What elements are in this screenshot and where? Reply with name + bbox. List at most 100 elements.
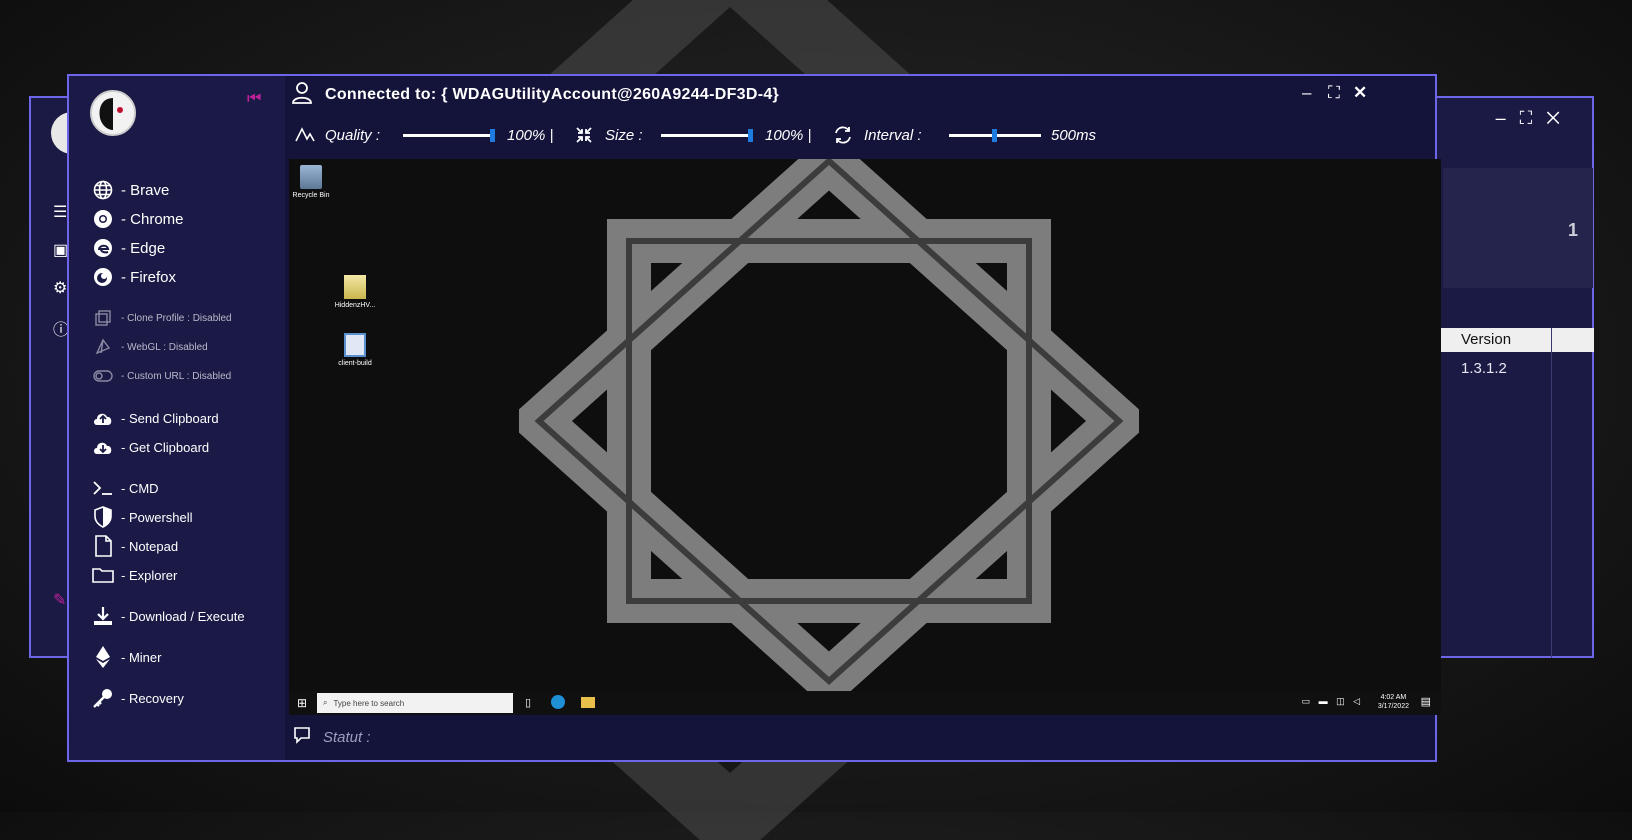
quality-slider-thumb[interactable]	[490, 129, 495, 142]
terminal-icon	[91, 476, 115, 500]
close-button[interactable]: ✕	[1353, 83, 1367, 103]
system-tray-icons[interactable]: ▭ ▬ ◫ ◁	[1302, 696, 1363, 707]
avatar	[90, 90, 136, 136]
windows-start-icon[interactable]: ⊞	[297, 696, 307, 710]
sidebar-item-label: - Download / Execute	[121, 608, 245, 624]
file-icon	[91, 534, 115, 558]
sidebar-item-brave[interactable]: - Brave	[91, 178, 169, 202]
interval-label: Interval :	[864, 126, 922, 144]
search-placeholder: Type here to search	[333, 698, 405, 708]
sidebar-item-chrome[interactable]: - Chrome	[91, 207, 184, 231]
task-view-icon[interactable]: ▯	[525, 696, 531, 709]
quality-slider[interactable]	[403, 129, 495, 142]
clock-date: 3/17/2022	[1377, 703, 1409, 710]
size-icon	[575, 114, 593, 156]
app-image	[344, 333, 366, 357]
quality-value: 100% |	[507, 126, 554, 144]
grid-line	[1551, 328, 1552, 658]
download-icon	[91, 604, 115, 628]
sidebar-item-label: - Recovery	[121, 690, 184, 706]
cmd-button[interactable]: - CMD	[91, 476, 159, 500]
sidebar-item-label: - Powershell	[121, 509, 193, 525]
sidebar-item-label: - CMD	[121, 480, 159, 496]
chat-icon	[293, 726, 311, 748]
send-clipboard-button[interactable]: - Send Clipboard	[91, 406, 219, 430]
key-icon	[91, 686, 115, 710]
client-count: 1	[1567, 220, 1578, 240]
cloud-upload-icon	[91, 406, 115, 430]
option-webgl[interactable]: - WebGL : Disabled	[91, 335, 208, 359]
option-label: - Custom URL : Disabled	[121, 370, 232, 382]
sidebar-item-edge[interactable]: - Edge	[91, 236, 165, 260]
back-window-controls[interactable]: –⛶✕	[1496, 108, 1574, 129]
get-clipboard-button[interactable]: - Get Clipboard	[91, 435, 209, 459]
ethereum-icon	[91, 645, 115, 669]
file-image	[344, 275, 366, 299]
hidden-app-icon[interactable]: HiddenzHV...	[325, 275, 385, 309]
client-build-icon[interactable]: client-build	[325, 333, 385, 367]
sidebar-item-label: - Edge	[121, 239, 166, 257]
powershell-button[interactable]: - Powershell	[91, 505, 193, 529]
maximize-button[interactable]: ⛶	[1328, 83, 1340, 103]
notepad-button[interactable]: - Notepad	[91, 534, 178, 558]
edge-taskbar-icon[interactable]	[551, 695, 565, 709]
remote-search-box[interactable]: ⌕ Type here to search	[317, 693, 513, 713]
status-label: Statut :	[323, 728, 371, 746]
shield-icon	[91, 505, 115, 529]
minimize-button[interactable]: –	[1302, 83, 1311, 103]
status-bar: Statut :	[285, 716, 1435, 758]
hvnc-window: ⏮ - Brave - Chrome - Edge - Firefox - Cl…	[67, 74, 1441, 762]
sidebar-item-label: - Get Clipboard	[121, 439, 210, 455]
globe-icon	[91, 178, 115, 202]
sidebar-item-firefox[interactable]: - Firefox	[91, 265, 176, 289]
title-bar: Connected to: { WDAGUtilityAccount@260A9…	[285, 76, 1435, 114]
recovery-button[interactable]: - Recovery	[91, 686, 184, 710]
sidebar-item-label: - Send Clipboard	[121, 410, 219, 426]
option-custom-url[interactable]: - Custom URL : Disabled	[91, 364, 231, 388]
desktop-icon-label: HiddenzHV...	[334, 302, 376, 309]
remote-desktop-view[interactable]: Recycle Bin HiddenzHV... client-build ⊞ …	[289, 159, 1441, 715]
interval-slider[interactable]	[949, 129, 1041, 142]
taskbar-clock[interactable]: 4:02 AM 3/17/2022	[1378, 693, 1409, 711]
version-column-header[interactable]: Version	[1439, 328, 1594, 352]
download-execute-button[interactable]: - Download / Execute	[91, 604, 245, 628]
version-cell: 1.3.1.2	[1461, 360, 1507, 377]
desktop-icon-label: client-build	[338, 360, 372, 367]
size-slider-thumb[interactable]	[748, 129, 753, 142]
search-icon: ⌕	[323, 698, 328, 707]
interval-value: 500ms	[1051, 126, 1097, 144]
desktop-icon-label: Recycle Bin	[292, 192, 330, 199]
size-value: 100% |	[765, 126, 812, 144]
sidebar-item-label: - Brave	[121, 181, 170, 199]
user-icon	[291, 81, 313, 110]
version-header-label: Version	[1461, 331, 1512, 348]
toggle-icon	[91, 364, 115, 388]
option-clone-profile[interactable]: - Clone Profile : Disabled	[91, 306, 232, 330]
recycle-bin-icon[interactable]: Recycle Bin	[289, 165, 341, 199]
clock-time: 4:02 AM	[1380, 694, 1407, 701]
refresh-icon	[833, 114, 853, 156]
miner-button[interactable]: - Miner	[91, 645, 161, 669]
interval-slider-thumb[interactable]	[992, 129, 997, 142]
folder-icon	[91, 563, 115, 587]
collapse-sidebar-icon[interactable]: ⏮	[247, 90, 261, 108]
chrome-icon	[91, 207, 115, 231]
capture-toolbar: Quality : 100% | Size : 100% | Interval …	[285, 114, 1435, 156]
explorer-button[interactable]: - Explorer	[91, 563, 177, 587]
option-label: - WebGL : Disabled	[121, 341, 208, 353]
sidebar-item-label: - Firefox	[121, 268, 177, 286]
option-label: - Clone Profile : Disabled	[121, 312, 232, 324]
clone-icon	[91, 306, 115, 330]
notification-icon[interactable]: ▤	[1421, 695, 1431, 708]
sidebar-item-label: - Chrome	[121, 210, 184, 228]
quality-icon	[295, 114, 315, 156]
quality-label: Quality :	[325, 126, 381, 144]
recycle-bin-image	[300, 165, 322, 189]
window-title: Connected to: { WDAGUtilityAccount@260A9…	[325, 86, 780, 103]
remote-wallpaper-knot	[519, 159, 1139, 691]
webgl-icon	[91, 335, 115, 359]
sidebar-item-label: - Miner	[121, 649, 162, 665]
file-explorer-taskbar-icon[interactable]	[581, 697, 595, 708]
size-slider[interactable]	[661, 129, 753, 142]
sidebar-item-label: - Notepad	[121, 538, 179, 554]
